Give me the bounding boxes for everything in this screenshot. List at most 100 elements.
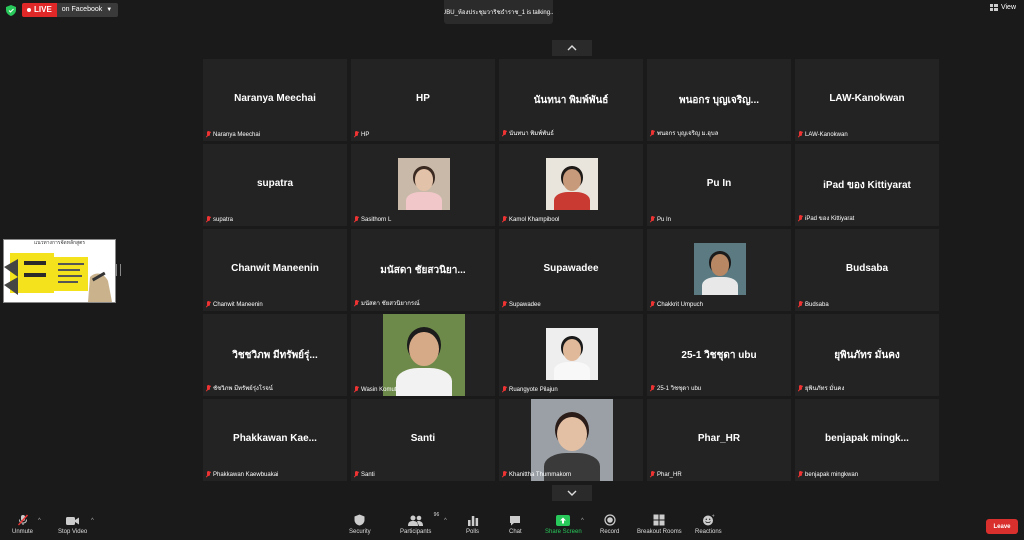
participant-tile[interactable]: Santi Santi [351, 399, 495, 481]
participant-name-label: Chakkrit Umpuch [650, 301, 703, 308]
participant-display-name: Phakkawan Kae... [233, 433, 317, 444]
participant-name-label: Santi [354, 471, 375, 478]
page-down-button[interactable] [552, 485, 592, 501]
view-label: View [1000, 4, 1016, 11]
unmute-button[interactable]: Unmute [12, 514, 33, 535]
participant-tile[interactable]: Phar_HR Phar_HR [647, 399, 791, 481]
participant-tile[interactable]: Wasin Komut [351, 314, 495, 396]
participant-name-label: Chanwit Maneenin [206, 301, 263, 308]
video-camera-icon [65, 514, 80, 526]
live-stream-indicator[interactable]: LIVE on Facebook ▼ [22, 3, 119, 17]
mic-muted-icon [354, 471, 359, 478]
participant-name-label: Phakkawan Kaewbuakai [206, 471, 278, 478]
security-button[interactable]: Security [349, 514, 371, 535]
participant-name-label: iPad ของ Kittiyarat [798, 213, 854, 223]
polls-label: Polls [466, 529, 480, 535]
slide-preview-graphic [4, 247, 115, 302]
participant-tile[interactable]: 25-1 วิชชุดา ubu 25-1 วิชชุดา ubu [647, 314, 791, 396]
leave-button[interactable]: Leave [986, 519, 1018, 534]
participant-tile[interactable]: วิชชวิภพ มีทรัพย์รุ่... ชัชวิภพ มีทรัพย์ร… [203, 314, 347, 396]
participant-display-name: มนัสดา ชัยสวนิยา... [380, 265, 466, 276]
participant-name: Ruangyote Pilajun [509, 386, 558, 393]
participant-count: 96 [433, 512, 440, 518]
participant-tile[interactable]: พนอกร บุญเจริญ... พนอกร บุญเจริญ ม.อุบล [647, 59, 791, 141]
mic-muted-icon [502, 129, 507, 137]
share-screen-button[interactable]: Share Screen [545, 514, 582, 535]
mic-muted-icon [206, 384, 211, 392]
participant-tile[interactable]: Sasithorn L [351, 144, 495, 226]
participant-name-label: Khanittha Thummakorn [502, 471, 571, 478]
mic-muted-icon [206, 471, 211, 478]
mic-muted-icon [354, 299, 359, 307]
participant-tile[interactable]: นันทนา พิมพ์พันธ์ นันทนา พิมพ์พันธ์ [499, 59, 643, 141]
participant-tile[interactable]: benjapak mingk... benjapak mingkwan [795, 399, 939, 481]
participant-name-label: Supawadee [502, 301, 541, 308]
shield-icon [354, 514, 365, 526]
participant-tile[interactable]: Khanittha Thummakorn [499, 399, 643, 481]
participant-tile[interactable]: Budsaba Budsaba [795, 229, 939, 311]
polls-button[interactable]: Polls [466, 514, 479, 535]
participant-tile[interactable]: Phakkawan Kae... Phakkawan Kaewbuakai [203, 399, 347, 481]
participant-tile[interactable]: Chanwit Maneenin Chanwit Maneenin [203, 229, 347, 311]
participant-name: Naranya Meechai [213, 131, 261, 138]
participant-name-label: Ruangyote Pilajun [502, 386, 558, 393]
stop-video-button[interactable]: Stop Video [58, 514, 87, 535]
participant-video [531, 399, 613, 481]
stream-target-dropdown[interactable]: on Facebook ▼ [56, 3, 119, 17]
screen-share-thumbnail[interactable]: แนวทางการจัดหลักสูตร [3, 239, 116, 303]
mic-muted-icon [502, 386, 507, 393]
live-dot-icon [27, 8, 31, 12]
mic-muted-icon [502, 471, 507, 478]
participant-name: Kamol Khampibool [509, 216, 560, 223]
participant-tile[interactable]: HP HP [351, 59, 495, 141]
participant-name: benjapak mingkwan [805, 471, 859, 478]
mic-muted-icon [354, 216, 359, 223]
panel-resize-handle[interactable] [116, 264, 121, 276]
participant-tile[interactable]: Pu In Pu In [647, 144, 791, 226]
shield-icon[interactable] [6, 5, 16, 16]
reactions-button[interactable]: + Reactions [695, 514, 722, 535]
participant-display-name: LAW-Kanokwan [829, 93, 905, 104]
view-button[interactable]: View [989, 4, 1016, 11]
participant-tile[interactable]: มนัสดา ชัยสวนิยา... มนัสดา ชัยสวนิยากรณ์ [351, 229, 495, 311]
mic-muted-icon [798, 214, 803, 222]
participant-name-label: Wasin Komut [354, 386, 396, 393]
participants-options-caret[interactable]: ^ [444, 518, 447, 524]
participant-display-name: ยุพินภัทร มั่นคง [834, 350, 900, 361]
live-label: LIVE [34, 5, 52, 14]
share-screen-label: Share Screen [545, 529, 582, 535]
participant-video [383, 314, 465, 396]
participant-display-name: นันทนา พิมพ์พันธ์ [533, 95, 609, 106]
share-options-caret[interactable]: ^ [581, 518, 584, 524]
participant-name: Santi [361, 471, 375, 478]
participant-name-label: LAW-Kanokwan [798, 131, 848, 138]
audio-options-caret[interactable]: ^ [38, 518, 41, 524]
page-up-button[interactable] [552, 40, 592, 56]
participant-tile[interactable]: Ruangyote Pilajun [499, 314, 643, 396]
participant-tile[interactable]: Chakkrit Umpuch [647, 229, 791, 311]
chat-button[interactable]: Chat [509, 514, 522, 535]
participant-name: HP [361, 131, 370, 138]
participant-tile[interactable]: Supawadee Supawadee [499, 229, 643, 311]
participant-name: Budsaba [805, 301, 829, 308]
gallery-grid: Naranya Meechai Naranya Meechai HP HP นันทนา… [203, 59, 944, 484]
mic-muted-icon [502, 301, 507, 308]
participant-tile[interactable]: supatra supatra [203, 144, 347, 226]
participant-display-name: Budsaba [845, 263, 889, 274]
participant-name: Phakkawan Kaewbuakai [213, 471, 279, 478]
participant-tile[interactable]: Naranya Meechai Naranya Meechai [203, 59, 347, 141]
mic-muted-icon [650, 216, 655, 223]
breakout-rooms-button[interactable]: Breakout Rooms [637, 514, 682, 535]
chevron-up-icon [567, 45, 577, 51]
participant-name: Supawadee [509, 301, 541, 308]
participant-tile[interactable]: iPad ของ Kittiyarat iPad ของ Kittiyarat [795, 144, 939, 226]
participant-tile[interactable]: Kamol Khampibool [499, 144, 643, 226]
record-button[interactable]: Record [600, 514, 619, 535]
participants-button[interactable]: 96 Participants [400, 512, 439, 535]
participant-tile[interactable]: LAW-Kanokwan LAW-Kanokwan [795, 59, 939, 141]
participant-tile[interactable]: ยุพินภัทร มั่นคง ยุพินภัทร มั่นคง [795, 314, 939, 396]
participant-video [398, 158, 450, 210]
video-options-caret[interactable]: ^ [91, 518, 94, 524]
meeting-toolbar: Unmute ^ Stop Video ^ Security 96 Partic… [0, 510, 1024, 540]
participant-name: Phar_HR [657, 471, 682, 478]
